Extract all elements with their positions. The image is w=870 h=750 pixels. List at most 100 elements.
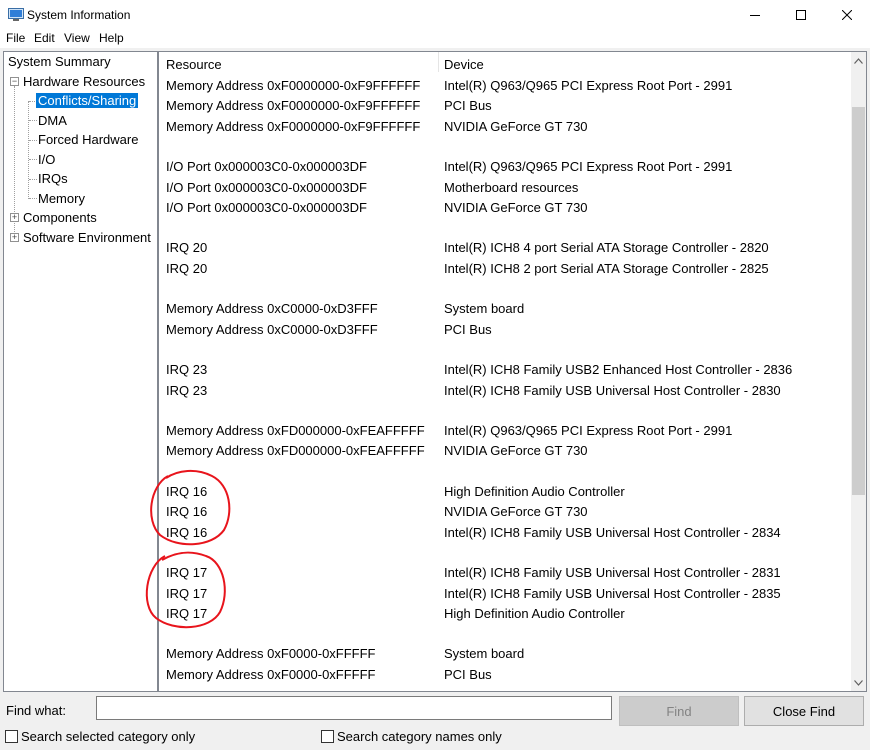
device-cell: High Definition Audio Controller: [444, 484, 625, 499]
resource-cell: IRQ 20: [166, 240, 208, 256]
menu-bar: File Edit View Help: [0, 30, 870, 48]
checkbox-box[interactable]: [321, 729, 334, 743]
tree-item-label: Components: [23, 210, 97, 225]
device-cell: System board: [444, 301, 525, 317]
column-header-resource[interactable]: Resource: [166, 57, 222, 72]
tree-item-label: Hardware Resources: [23, 74, 146, 89]
resource-cell: Memory Address 0xFD000000-0xFEAFFFFF: [166, 423, 425, 439]
menu-help[interactable]: Help: [99, 31, 124, 45]
device-cell: PCI Bus: [444, 98, 492, 114]
tree-item-label: System Summary: [8, 54, 111, 69]
checkbox-label: Search selected category only: [21, 728, 196, 744]
close-find-button[interactable]: Close Find: [744, 696, 864, 726]
device-cell: NVIDIA GeForce GT 730: [444, 504, 588, 520]
resource-cell: IRQ 20: [166, 260, 208, 276]
tree-item-label: Software Environment: [23, 230, 151, 245]
find-input[interactable]: [96, 696, 612, 720]
resource-list[interactable]: Resource Device Memory Address 0xF000000…: [158, 51, 867, 692]
resource-cell: Memory Address 0xF0000000-0xF9FFFFFF: [166, 78, 421, 93]
tree-item-label: I/O: [38, 152, 56, 167]
tree-item-memory[interactable]: Memory: [36, 189, 87, 208]
resource-cell: IRQ 17: [166, 585, 208, 601]
resource-cell: IRQ 23: [166, 362, 208, 378]
resource-cell: I/O Port 0x000003C0-0x000003DF: [166, 199, 367, 215]
tree-connector: [28, 101, 29, 199]
find-label: Find what:: [6, 703, 66, 718]
device-cell: Intel(R) ICH8 Family USB2 Enhanced Host …: [444, 362, 793, 378]
title-bar: System Information: [0, 0, 870, 30]
resource-cell: IRQ 16: [166, 504, 208, 520]
chevron-down-icon: [854, 679, 863, 686]
search-category-names-checkbox[interactable]: Search category names only: [321, 728, 502, 744]
tree-item-forced-hardware[interactable]: Forced Hardware: [36, 130, 140, 149]
tree-item-conflicts-sharing[interactable]: Conflicts/Sharing: [36, 91, 139, 110]
device-cell: NVIDIA GeForce GT 730: [444, 118, 588, 134]
resource-cell: Memory Address 0xF0000-0xFFFFF: [166, 666, 376, 682]
tree-item-hardware-resources[interactable]: Hardware Resources: [21, 72, 147, 91]
tree-item-software-environment[interactable]: Software Environment: [21, 228, 153, 247]
minimize-icon: [750, 15, 760, 16]
tree-item-label: Forced Hardware: [38, 132, 139, 147]
vertical-scrollbar[interactable]: [851, 52, 866, 691]
scroll-down-button[interactable]: [851, 674, 866, 691]
window-title: System Information: [27, 8, 131, 22]
close-icon: [842, 10, 852, 20]
minimize-button[interactable]: [732, 0, 778, 30]
collapse-icon[interactable]: −: [10, 77, 19, 86]
resource-cell: IRQ 23: [166, 382, 208, 398]
maximize-icon: [796, 10, 806, 20]
device-cell: Intel(R) ICH8 Family USB Universal Host …: [444, 565, 781, 581]
resource-cell: Memory Address 0xF0000000-0xF9FFFFFF: [166, 118, 421, 134]
search-selected-category-checkbox[interactable]: Search selected category only: [5, 728, 196, 744]
device-cell: System board: [444, 646, 525, 662]
device-cell: Intel(R) Q963/Q965 PCI Express Root Port…: [444, 423, 733, 439]
tree-item-label: DMA: [38, 113, 67, 128]
device-cell: PCI Bus: [444, 321, 492, 337]
expand-icon[interactable]: +: [10, 233, 19, 242]
expand-icon[interactable]: +: [10, 213, 19, 222]
column-header-device[interactable]: Device: [444, 57, 484, 72]
tree-item-irqs[interactable]: IRQs: [36, 169, 70, 188]
device-cell: High Definition Audio Controller: [444, 605, 625, 621]
tree-item-label: IRQs: [38, 171, 68, 186]
maximize-button[interactable]: [778, 0, 824, 30]
resource-cell: Memory Address 0xF0000000-0xF9FFFFFF: [166, 98, 421, 114]
resource-cell: IRQ 16: [166, 524, 208, 540]
checkbox-label: Search category names only: [337, 728, 502, 744]
tree-item-label: Conflicts/Sharing: [36, 93, 139, 108]
find-button[interactable]: Find: [619, 696, 739, 726]
resource-cell: IRQ 16: [166, 484, 208, 499]
device-cell: Intel(R) ICH8 Family USB Universal Host …: [444, 585, 781, 601]
device-cell: NVIDIA GeForce GT 730: [444, 443, 588, 459]
tree-item-system-summary[interactable]: System Summary: [6, 52, 113, 71]
column-divider[interactable]: [438, 52, 439, 72]
tree-item-label: Memory: [38, 191, 85, 206]
tree-item-io[interactable]: I/O: [36, 150, 57, 169]
device-cell: Intel(R) ICH8 Family USB Universal Host …: [444, 524, 781, 540]
resource-cell: Memory Address 0xFD000000-0xFEAFFFFF: [166, 443, 425, 459]
resource-cell: Memory Address 0xF0000-0xFFFFF: [166, 646, 376, 662]
device-cell: NVIDIA GeForce GT 730: [444, 199, 588, 215]
device-cell: Motherboard resources: [444, 179, 579, 195]
menu-file[interactable]: File: [6, 31, 25, 45]
resource-cell: Memory Address 0xC0000-0xD3FFF: [166, 301, 378, 317]
resource-cell: IRQ 17: [166, 605, 208, 621]
scroll-thumb[interactable]: [852, 107, 865, 495]
checkbox-box[interactable]: [5, 729, 18, 743]
chevron-up-icon: [854, 57, 863, 64]
device-cell: Intel(R) ICH8 4 port Serial ATA Storage …: [444, 240, 769, 256]
system-information-app-icon: [8, 8, 24, 21]
menu-edit[interactable]: Edit: [34, 31, 55, 45]
device-cell: Intel(R) Q963/Q965 PCI Express Root Port…: [444, 78, 733, 93]
scroll-up-button[interactable]: [851, 52, 866, 69]
tree-item-dma[interactable]: DMA: [36, 111, 69, 130]
device-cell: PCI Bus: [444, 666, 492, 682]
resource-cell: I/O Port 0x000003C0-0x000003DF: [166, 179, 367, 195]
resource-cell: IRQ 17: [166, 565, 208, 581]
tree-item-components[interactable]: Components: [21, 208, 99, 227]
menu-view[interactable]: View: [64, 31, 90, 45]
close-button[interactable]: [824, 0, 870, 30]
device-cell: Intel(R) ICH8 Family USB Universal Host …: [444, 382, 781, 398]
category-tree[interactable]: System Summary − Hardware Resources Conf…: [3, 51, 158, 692]
device-cell: Intel(R) Q963/Q965 PCI Express Root Port…: [444, 159, 733, 175]
